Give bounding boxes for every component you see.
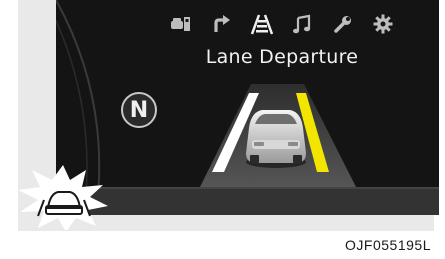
gear-letter: N	[129, 97, 149, 123]
cluster-panel: Lane Departure N	[18, 0, 439, 231]
lane-warning-icon	[18, 165, 108, 230]
figure-label: OJF055195L	[345, 237, 431, 253]
car-graphic	[246, 110, 306, 168]
gear-indicator: N	[121, 92, 157, 128]
